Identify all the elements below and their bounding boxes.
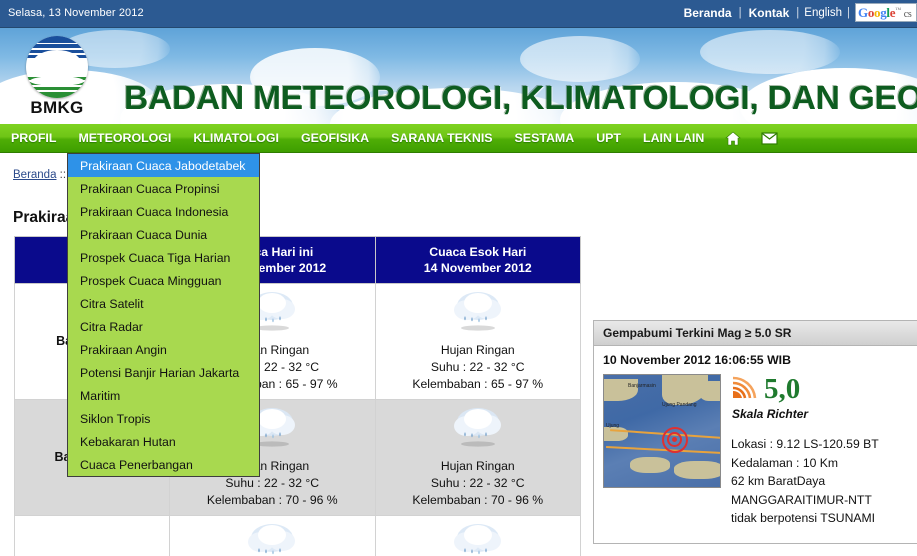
cell-tomorrow: Hujan Ringan Suhu : 22 - 32 °C Kelembaba… (374, 399, 581, 516)
earthquake-summary: 5,0 Skala Richter Lokasi : 9.12 LS-120.5… (731, 374, 917, 528)
nav-item-sestama[interactable]: SESTAMA (504, 124, 586, 153)
earthquake-magnitude: 5,0 (764, 373, 801, 405)
cell-today-humidity: Kelembaban : 70 - 96 % (206, 493, 338, 507)
home-icon[interactable] (715, 131, 751, 146)
rain-light-icon (380, 290, 577, 339)
nav-item-lain-lain[interactable]: LAIN LAIN (632, 124, 715, 153)
nav-item-sarana-teknis[interactable]: SARANA TEKNIS (380, 124, 503, 153)
menu-item-prospek-cuaca-tiga-harian[interactable]: Prospek Cuaca Tiga Harian (68, 246, 259, 269)
menu-item-prospek-cuaca-mingguan[interactable]: Prospek Cuaca Mingguan (68, 269, 259, 292)
menu-item-citra-radar[interactable]: Citra Radar (68, 315, 259, 338)
earthquake-datetime: 10 November 2012 16:06:55 WIB (603, 353, 791, 367)
menu-item-siklon-tropis[interactable]: Siklon Tropis (68, 407, 259, 430)
page-root: Selasa, 13 November 2012 Beranda | Konta… (0, 0, 917, 556)
menu-item-citra-satelit[interactable]: Citra Satelit (68, 292, 259, 315)
menu-item-prakiraan-cuaca-propinsi[interactable]: Prakiraan Cuaca Propinsi (68, 177, 259, 200)
bmkg-logo-text: BMKG (30, 98, 84, 117)
cell-today-temp: Suhu : 22 - 32 °C (225, 476, 320, 490)
nav-item-geofisika[interactable]: GEOFISIKA (290, 124, 380, 153)
nav-item-profil[interactable]: PROFIL (0, 124, 67, 153)
seismic-waves-icon (731, 374, 759, 405)
earthquake-depth: Kedalaman : 10 Km (731, 455, 839, 470)
cell-tomorrow-temp: Suhu : 22 - 32 °C (430, 360, 525, 374)
map-label: Ujung Pandang (662, 402, 697, 408)
google-search-box[interactable]: Google™ cs (855, 3, 917, 22)
earthquake-map-thumbnail[interactable]: Banjarmasin Ujung Pandang Ujung (603, 374, 721, 488)
map-label: Ujung (606, 423, 620, 429)
top-bar: Selasa, 13 November 2012 Beranda | Konta… (0, 0, 917, 28)
breadcrumb-home[interactable]: Beranda (13, 169, 56, 181)
cloud-decoration (700, 30, 840, 74)
current-date: Selasa, 13 November 2012 (8, 7, 144, 19)
menu-item-cuaca-penerbangan[interactable]: Cuaca Penerbangan (68, 453, 259, 476)
google-logo: Google™ cs (858, 5, 912, 20)
cell-tomorrow-condition: Hujan Ringan (440, 459, 515, 473)
top-link-beranda[interactable]: Beranda (678, 6, 738, 20)
earthquake-location: Lokasi : 9.12 LS-120.59 BT (731, 437, 879, 451)
cell-tomorrow-condition: Hujan Ringan (440, 343, 515, 357)
rain-light-icon (380, 406, 577, 455)
menu-item-prakiraan-cuaca-indonesia[interactable]: Prakiraan Cuaca Indonesia (68, 200, 259, 223)
nav-item-klimatologi[interactable]: KLIMATOLOGI (182, 124, 290, 153)
main-navigation: PROFIL METEOROLOGI KLIMATOLOGI GEOFISIKA… (0, 124, 917, 153)
earthquake-region: MANGGARAITIMUR-NTT (731, 492, 872, 507)
cell-tomorrow-humidity: Kelembaban : 65 - 97 % (412, 377, 544, 391)
cell-tomorrow: Hujan Ringan Suhu : 22 - 32 °C Kelembaba… (374, 283, 581, 400)
site-title: BADAN METEOROLOGI, KLIMATOLOGI, DAN GEOF… (124, 80, 917, 117)
menu-item-kebakaran-hutan[interactable]: Kebakaran Hutan (68, 430, 259, 453)
cell-today (169, 515, 376, 556)
menu-item-maritim[interactable]: Maritim (68, 384, 259, 407)
cloud-decoration (520, 36, 640, 82)
top-link-kontak[interactable]: Kontak (743, 6, 796, 20)
cell-tomorrow-temp: Suhu : 22 - 32 °C (430, 476, 525, 490)
menu-item-potensi-banjir-harian-jakarta[interactable]: Potensi Banjir Harian Jakarta (68, 361, 259, 384)
menu-item-prakiraan-cuaca-dunia[interactable]: Prakiraan Cuaca Dunia (68, 223, 259, 246)
latest-earthquake-title: Gempabumi Terkini Mag ≥ 5.0 SR (594, 321, 917, 346)
map-label: Banjarmasin (628, 383, 656, 389)
rain-light-icon (174, 522, 371, 556)
meteorologi-dropdown-menu: Prakiraan Cuaca Jabodetabek Prakiraan Cu… (67, 153, 260, 477)
earthquake-details: Lokasi : 9.12 LS-120.59 BT Kedalaman : 1… (731, 435, 917, 528)
rain-light-icon (380, 522, 577, 556)
site-banner: BMKG BADAN METEOROLOGI, KLIMATOLOGI, DAN… (0, 28, 917, 124)
cell-tomorrow-humidity: Kelembaban : 70 - 96 % (412, 493, 544, 507)
earthquake-scale-label: Skala Richter (732, 407, 809, 421)
top-nav: Beranda | Kontak | English | Google™ cs (678, 3, 917, 22)
col-tomorrow-line1: Cuaca Esok Hari (429, 245, 527, 259)
table-row (14, 515, 581, 556)
cell-city (14, 515, 170, 556)
column-header-tomorrow: Cuaca Esok Hari 14 November 2012 (374, 236, 581, 284)
bmkg-logo-disc (26, 36, 88, 98)
menu-item-prakiraan-cuaca-jabodetabek[interactable]: Prakiraan Cuaca Jabodetabek (68, 154, 259, 177)
top-link-english[interactable]: English (800, 7, 846, 19)
latest-earthquake-body: 10 November 2012 16:06:55 WIB Banjarmasi… (594, 346, 917, 534)
top-sep-3: | (847, 6, 850, 19)
nav-item-upt[interactable]: UPT (585, 124, 632, 153)
nav-item-meteorologi[interactable]: METEOROLOGI (67, 124, 182, 153)
earthquake-distance: 62 km BaratDaya (731, 474, 826, 488)
mail-icon[interactable] (751, 131, 788, 145)
bmkg-logo[interactable]: BMKG (20, 34, 92, 120)
col-tomorrow-line2: 14 November 2012 (423, 261, 532, 275)
cell-tomorrow (374, 515, 581, 556)
latest-earthquake-panel: Gempabumi Terkini Mag ≥ 5.0 SR 10 Novemb… (593, 320, 917, 544)
earthquake-tsunami-status: tidak berpotensi TSUNAMI (731, 511, 876, 525)
menu-item-prakiraan-angin[interactable]: Prakiraan Angin (68, 338, 259, 361)
